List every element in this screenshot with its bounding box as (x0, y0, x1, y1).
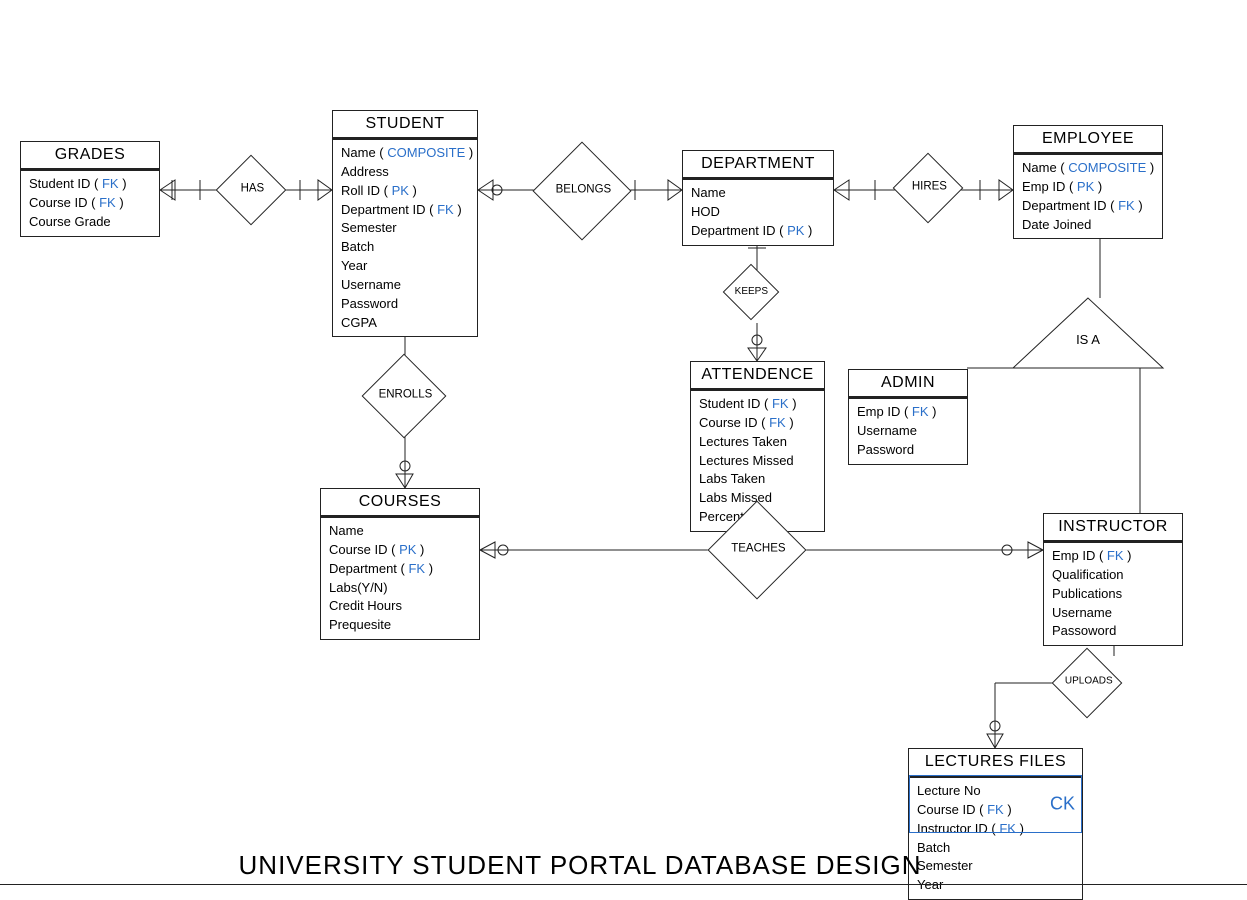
attribute-row: Student ID ( FK ) (29, 175, 151, 194)
entity-student-body: Name ( COMPOSITE )AddressRoll ID ( PK )D… (333, 140, 477, 336)
attribute-row: Batch (341, 238, 469, 257)
attribute-row: HOD (691, 203, 825, 222)
ck-box: CK (909, 775, 1082, 833)
entity-instructor: INSTRUCTOR Emp ID ( FK )QualificationPub… (1043, 513, 1183, 646)
attribute-row: Semester (341, 219, 469, 238)
attribute-row: Password (857, 441, 959, 460)
attribute-row: Department ID ( PK ) (691, 222, 825, 241)
relationship-keeps: KEEPS (723, 264, 780, 321)
entity-admin-header: ADMIN (849, 370, 967, 399)
entity-grades: GRADES Student ID ( FK )Course ID ( FK )… (20, 141, 160, 237)
relationship-isa-label: IS A (1013, 332, 1163, 347)
entity-attendence-header: ATTENDENCE (691, 362, 824, 391)
relationship-hires: HIRES (893, 153, 964, 224)
attribute-row: Name (691, 184, 825, 203)
entity-student: STUDENT Name ( COMPOSITE )AddressRoll ID… (332, 110, 478, 337)
relationship-enrolls-label: ENROLLS (376, 389, 434, 401)
entity-courses-header: COURSES (321, 489, 479, 518)
attribute-row: Username (857, 422, 959, 441)
entity-department-body: NameHODDepartment ID ( PK ) (683, 180, 833, 245)
attribute-row: Qualification (1052, 566, 1174, 585)
attribute-row: Year (917, 876, 1074, 895)
bottom-border (0, 884, 1247, 885)
attribute-row: Lectures Missed (699, 452, 816, 471)
attribute-row: Semester (917, 857, 1074, 876)
relationship-hires-label: HIRES (905, 181, 953, 193)
attribute-row: Roll ID ( PK ) (341, 182, 469, 201)
attribute-row: Batch (917, 839, 1074, 858)
entity-lectures-files-header: LECTURES FILES (909, 749, 1082, 778)
attribute-row: Passoword (1052, 622, 1174, 641)
attribute-row: Course Grade (29, 213, 151, 232)
attribute-row: Lectures Taken (699, 433, 816, 452)
entity-instructor-body: Emp ID ( FK )QualificationPublicationsUs… (1044, 543, 1182, 645)
attribute-row: Name ( COMPOSITE ) (341, 144, 469, 163)
relationship-uploads-label: UPLOADS (1065, 676, 1113, 687)
attribute-row: Labs Taken (699, 470, 816, 489)
attribute-row: Name (329, 522, 471, 541)
relationship-uploads: UPLOADS (1052, 648, 1123, 719)
relationship-isa: IS A (1013, 298, 1163, 368)
attribute-row: Username (341, 276, 469, 295)
ck-label: CK (1050, 794, 1075, 815)
entity-admin-body: Emp ID ( FK )UsernamePassword (849, 399, 967, 464)
relationship-has: HAS (216, 155, 287, 226)
attribute-row: Credit Hours (329, 597, 471, 616)
attribute-row: Department ID ( FK ) (341, 201, 469, 220)
attribute-row: Emp ID ( FK ) (857, 403, 959, 422)
attribute-row: Course ID ( FK ) (29, 194, 151, 213)
entity-grades-body: Student ID ( FK )Course ID ( FK )Course … (21, 171, 159, 236)
attribute-row: Department ID ( FK ) (1022, 197, 1154, 216)
relationship-belongs-label: BELONGS (549, 184, 617, 196)
entity-courses-body: NameCourse ID ( PK )Department ( FK )Lab… (321, 518, 479, 639)
attribute-row: Username (1052, 604, 1174, 623)
attribute-row: Course ID ( PK ) (329, 541, 471, 560)
attribute-row: Course ID ( FK ) (699, 414, 816, 433)
attribute-row: CGPA (341, 314, 469, 333)
attribute-row: Student ID ( FK ) (699, 395, 816, 414)
relationship-enrolls: ENROLLS (362, 354, 447, 439)
relationship-keeps-label: KEEPS (732, 286, 770, 297)
entity-employee-body: Name ( COMPOSITE )Emp ID ( PK )Departmen… (1014, 155, 1162, 238)
attribute-row: Name ( COMPOSITE ) (1022, 159, 1154, 178)
attribute-row: Date Joined (1022, 216, 1154, 235)
entity-instructor-header: INSTRUCTOR (1044, 514, 1182, 543)
relationship-teaches-label: TEACHES (724, 543, 792, 555)
attribute-row: Labs(Y/N) (329, 579, 471, 598)
entity-courses: COURSES NameCourse ID ( PK )Department (… (320, 488, 480, 640)
attribute-row: Emp ID ( FK ) (1052, 547, 1174, 566)
attribute-row: Password (341, 295, 469, 314)
attribute-row: Prequesite (329, 616, 471, 635)
attribute-row: Year (341, 257, 469, 276)
entity-department: DEPARTMENT NameHODDepartment ID ( PK ) (682, 150, 834, 246)
entity-department-header: DEPARTMENT (683, 151, 833, 180)
entity-grades-header: GRADES (21, 142, 159, 171)
attribute-row: Address (341, 163, 469, 182)
page-title: UNIVERSITY STUDENT PORTAL DATABASE DESIG… (230, 850, 930, 881)
entity-student-header: STUDENT (333, 111, 477, 140)
attribute-row: Emp ID ( PK ) (1022, 178, 1154, 197)
entity-employee: EMPLOYEE Name ( COMPOSITE )Emp ID ( PK )… (1013, 125, 1163, 239)
attribute-row: Publications (1052, 585, 1174, 604)
relationship-belongs: BELONGS (533, 142, 632, 241)
entity-admin: ADMIN Emp ID ( FK )UsernamePassword (848, 369, 968, 465)
relationship-has-label: HAS (228, 183, 276, 195)
entity-employee-header: EMPLOYEE (1014, 126, 1162, 155)
attribute-row: Department ( FK ) (329, 560, 471, 579)
